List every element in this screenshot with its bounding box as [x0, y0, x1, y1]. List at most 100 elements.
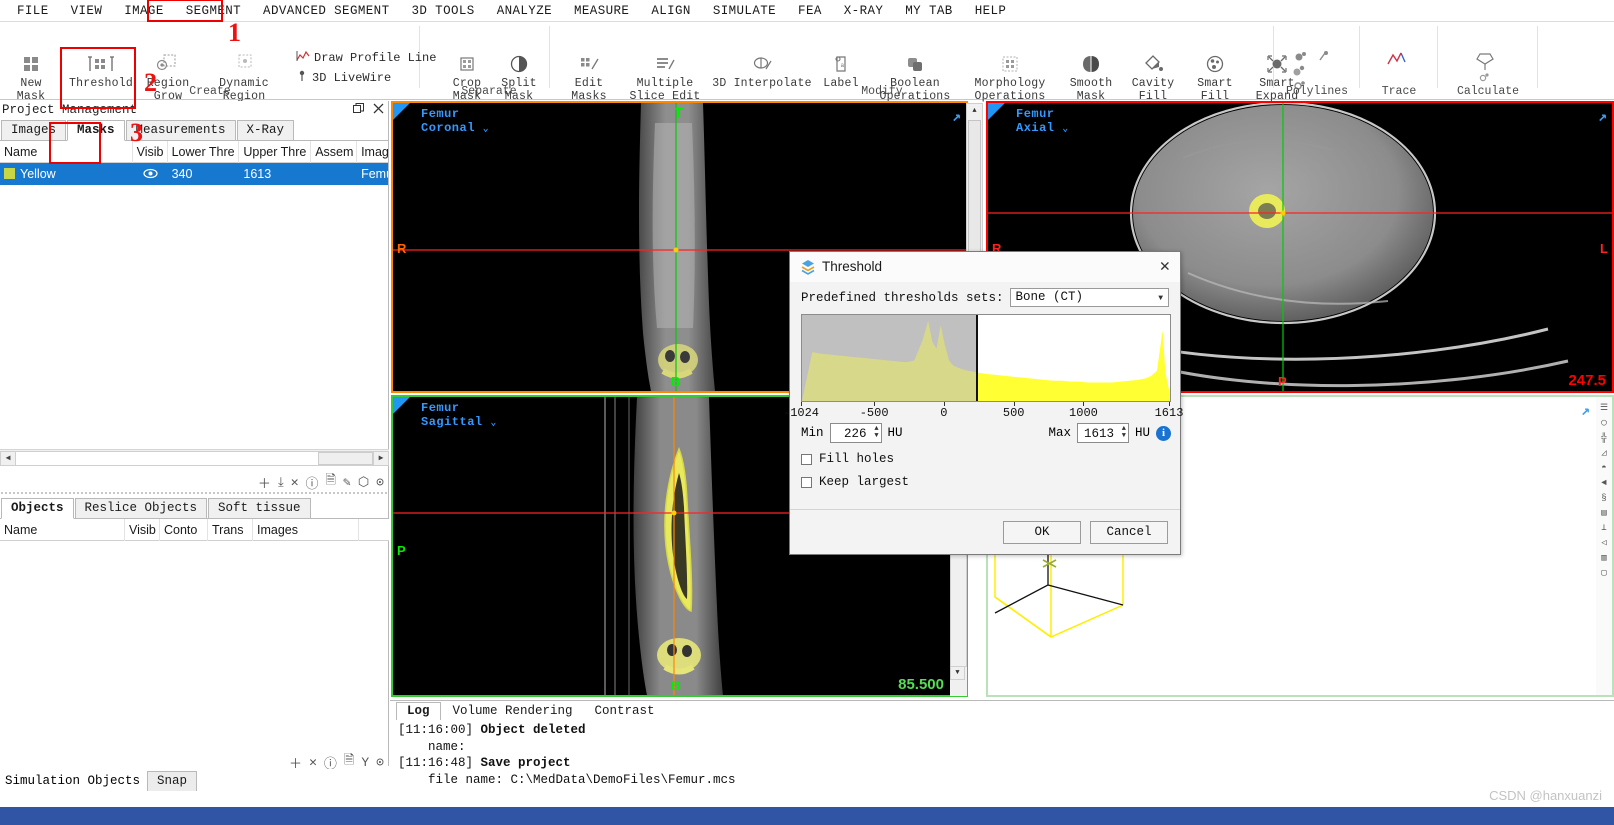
tab-soft-tissue[interactable]: Soft tissue — [208, 498, 311, 518]
info-icon[interactable]: i — [1156, 425, 1171, 441]
delete-icon[interactable]: ✕ — [291, 475, 299, 490]
table-row[interactable]: Yellow 340 1613 Femu — [0, 163, 388, 185]
close-icon[interactable]: ✕ — [1160, 256, 1170, 277]
threshold-dialog[interactable]: Threshold ✕ Predefined thresholds sets: … — [783, 251, 1183, 555]
col-name[interactable]: Name — [0, 140, 133, 163]
3d-livewire-button[interactable]: 3D LiveWire — [296, 70, 391, 86]
morphology-operations-button[interactable]: Morphology Operations — [962, 48, 1058, 103]
circle-icon[interactable]: ◯ — [1601, 418, 1606, 428]
menu-item-3d-tools[interactable]: 3D TOOLS — [400, 2, 485, 20]
clipboard-icon[interactable]: ▤ — [1601, 508, 1606, 518]
menu-item-segment[interactable]: SEGMENT — [175, 2, 252, 20]
smooth-mask-button[interactable]: Smooth Mask — [1060, 48, 1122, 103]
edit-masks-button[interactable]: Edit Masks — [558, 48, 620, 103]
masks-hscrollbar[interactable]: ◀ ▶ — [0, 449, 389, 466]
tab-masks[interactable]: Masks — [67, 120, 125, 141]
import-icon[interactable]: ⤓ — [278, 475, 284, 490]
menu-item-advanced-segment[interactable]: ADVANCED SEGMENT — [252, 2, 400, 20]
object-more-icon[interactable]: ⊙ — [376, 755, 384, 770]
obj-col-visible[interactable]: Visib — [125, 518, 160, 541]
col-assembly[interactable]: Assem — [311, 140, 358, 163]
min-input[interactable]: 226 ▲ ▼ — [829, 423, 882, 443]
objects-table-header: Name Visib Conto Trans Images — [0, 518, 389, 541]
cancel-button[interactable]: Cancel — [1090, 520, 1168, 544]
col-images[interactable]: Imag — [357, 141, 388, 163]
tab-volume-rendering[interactable]: Volume Rendering — [443, 703, 583, 720]
tab-contrast[interactable]: Contrast — [585, 703, 665, 720]
tab-xray[interactable]: X-Ray — [236, 120, 295, 140]
delete-object-icon[interactable]: ✕ — [309, 755, 317, 770]
cavity-fill-button[interactable]: Cavity Fill — [1122, 48, 1184, 103]
calculate-3d-icon[interactable]: ⬡ — [358, 475, 369, 490]
col-lower-thres[interactable]: Lower Thre — [168, 140, 240, 163]
threshold-min-marker[interactable] — [976, 315, 978, 401]
log-panel: Log Volume Rendering Contrast [11:16:00]… — [390, 700, 1614, 807]
menu-item-measure[interactable]: MEASURE — [563, 2, 640, 20]
draw-profile-line-button[interactable]: Draw Profile Line — [296, 50, 436, 66]
tab-images[interactable]: Images — [1, 120, 67, 140]
predefined-thresholds-select[interactable]: Bone (CT) ▼ — [1009, 288, 1169, 307]
snake-icon[interactable]: § — [1601, 493, 1606, 503]
layers-icon[interactable]: ▥ — [1601, 553, 1606, 563]
dialog-title-bar[interactable]: Threshold ✕ — [790, 252, 1180, 282]
region-grow-icon — [156, 48, 180, 74]
axis-icon[interactable]: ⊥ — [1601, 523, 1606, 533]
menu-item-view[interactable]: VIEW — [60, 2, 114, 20]
sagittal-vscroll-end[interactable]: ▼ — [950, 666, 967, 696]
fill-holes-checkbox[interactable] — [801, 453, 812, 465]
col-upper-thres[interactable]: Upper Thre — [239, 140, 312, 163]
add-icon[interactable]: ＋ — [258, 473, 271, 492]
list-icon[interactable]: ☰ — [1600, 403, 1608, 413]
eye-icon[interactable] — [133, 163, 168, 185]
scroll-left-icon[interactable]: ◀ — [0, 450, 16, 466]
menu-item-image[interactable]: IMAGE — [113, 2, 175, 20]
tab-objects[interactable]: Objects — [1, 498, 74, 519]
masks-action-icons: ＋ ⤓ ✕ ⓘ 🗎 ✎ ⬡ ⊙ — [258, 471, 384, 493]
duplicate-icon[interactable]: 🗎 — [326, 471, 336, 493]
ruler-icon[interactable]: ╬ — [1601, 433, 1606, 443]
menu-item-align[interactable]: ALIGN — [640, 2, 702, 20]
obj-col-trans[interactable]: Trans — [208, 518, 253, 541]
mask-name: Yellow — [20, 167, 56, 181]
merge-icon[interactable]: Y — [361, 755, 369, 770]
triangle-icon[interactable]: ◿ — [1601, 448, 1606, 458]
panel-splitter[interactable] — [0, 491, 389, 495]
menu-item-file[interactable]: FILE — [6, 2, 60, 20]
arrow-left-icon[interactable]: ◄ — [1601, 478, 1606, 488]
menu-item-fea[interactable]: FEA — [787, 2, 833, 20]
keep-largest-row[interactable]: Keep largest — [801, 475, 1169, 489]
compare-icon[interactable]: ◁ — [1601, 538, 1606, 548]
info-icon[interactable]: ⓘ — [306, 473, 319, 492]
trace-icon[interactable] — [1386, 50, 1410, 76]
close-panel-icon[interactable] — [373, 103, 384, 118]
obj-col-name[interactable]: Name — [0, 518, 125, 541]
scroll-right-icon[interactable]: ▶ — [373, 450, 389, 466]
histogram-chart[interactable] — [801, 314, 1171, 402]
obj-col-contour[interactable]: Conto — [160, 518, 208, 541]
new-mask-button[interactable]: New Mask — [0, 48, 62, 103]
menu-item-help[interactable]: HELP — [964, 2, 1018, 20]
tab-log[interactable]: Log — [396, 702, 441, 720]
threshold-button[interactable]: Threshold — [62, 48, 140, 90]
box-icon[interactable]: ▢ — [1601, 568, 1606, 578]
snap-button[interactable]: Snap — [147, 771, 198, 791]
menu-item-simulate[interactable]: SIMULATE — [702, 2, 787, 20]
fill-holes-row[interactable]: Fill holes — [801, 452, 1169, 466]
more-icon[interactable]: ⊙ — [376, 475, 384, 490]
ok-button[interactable]: OK — [1003, 520, 1081, 544]
3d-interpolate-button[interactable]: 3D Interpolate — [712, 48, 812, 90]
smart-fill-button[interactable]: Smart Fill — [1184, 48, 1246, 103]
obj-col-images[interactable]: Images — [253, 518, 359, 541]
menu-item-xray[interactable]: X-RAY — [833, 2, 895, 20]
palette-icon[interactable]: ◓ — [1601, 463, 1606, 473]
max-input[interactable]: 1613 ▲ ▼ — [1076, 423, 1129, 443]
menu-item-my-tab[interactable]: MY TAB — [894, 2, 963, 20]
undock-icon[interactable] — [353, 103, 364, 118]
edit-icon[interactable]: ✎ — [343, 475, 351, 490]
tab-reslice-objects[interactable]: Reslice Objects — [74, 498, 208, 518]
keep-largest-checkbox[interactable] — [801, 476, 812, 488]
label-button[interactable]: a Label — [810, 48, 872, 90]
multiple-slice-edit-button[interactable]: Multiple Slice Edit — [622, 48, 708, 103]
menu-item-analyze[interactable]: ANALYZE — [486, 2, 563, 20]
log-entries: [11:16:00] Object deleted name: [11:16:4… — [390, 720, 1614, 788]
